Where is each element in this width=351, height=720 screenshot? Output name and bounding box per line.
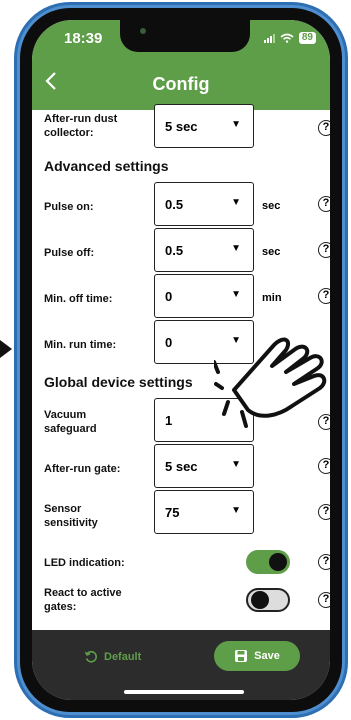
pulse-off-label: Pulse off: [44, 247, 95, 259]
vacuum-label: Vacuum safeguard [44, 409, 97, 435]
chevron-down-icon: ▼ [231, 459, 241, 470]
help-icon[interactable]: ? [318, 592, 330, 608]
toggle-knob [269, 553, 287, 571]
dropdown-value: 0 [165, 335, 173, 350]
wifi-icon [280, 33, 294, 43]
chevron-down-icon: ▼ [231, 243, 241, 254]
min-off-label: Min. off time: [44, 293, 113, 305]
dropdown-value: 0 [165, 289, 173, 304]
help-icon[interactable]: ? [318, 504, 330, 520]
reset-icon [84, 650, 97, 663]
help-icon[interactable]: ? [318, 288, 330, 304]
after-run-gate-dropdown[interactable]: 5 sec ▼ [154, 444, 254, 488]
pointing-hand-icon [214, 337, 327, 428]
save-label: Save [254, 650, 280, 662]
page-title: Config [152, 74, 210, 94]
help-icon[interactable]: ? [318, 242, 330, 258]
default-label: Default [104, 651, 142, 663]
sensor-label: Sensor sensitivity [44, 503, 98, 529]
dropdown-value: 75 [165, 505, 180, 520]
status-bar: 18:39 89 [32, 20, 330, 62]
sensor-dropdown[interactable]: 75 ▼ [154, 490, 254, 534]
react-label: React to active gates: [44, 587, 122, 613]
save-icon [235, 650, 248, 662]
help-icon[interactable]: ? [318, 120, 330, 136]
pulse-off-unit: sec [262, 246, 281, 258]
led-toggle[interactable] [246, 550, 290, 574]
pulse-on-unit: sec [262, 200, 281, 212]
chevron-down-icon: ▼ [231, 289, 241, 300]
pointer-arrow [0, 340, 12, 358]
status-time: 18:39 [64, 30, 103, 47]
dropdown-value: 5 sec [165, 459, 198, 474]
dropdown-value: 5 sec [165, 119, 198, 134]
help-icon[interactable]: ? [318, 458, 330, 474]
after-run-dust-label: After-run dust collector: [44, 113, 118, 139]
toggle-knob [251, 591, 269, 609]
react-toggle[interactable] [246, 588, 290, 612]
section-global-title: Global device settings [44, 374, 193, 390]
pulse-on-dropdown[interactable]: 0.5 ▼ [154, 182, 254, 226]
default-button[interactable]: Default [84, 650, 141, 664]
section-advanced-title: Advanced settings [44, 158, 169, 174]
min-run-label: Min. run time: [44, 339, 117, 351]
save-button[interactable]: Save [214, 641, 300, 671]
chevron-down-icon: ▼ [231, 119, 241, 130]
help-icon[interactable]: ? [318, 196, 330, 212]
battery-icon: 89 [298, 32, 316, 44]
help-icon[interactable]: ? [318, 554, 330, 570]
nav-bar: Config [32, 62, 330, 110]
pulse-on-label: Pulse on: [44, 201, 94, 213]
led-label: LED indication: [44, 557, 125, 569]
input-value: 1 [165, 413, 173, 428]
chevron-down-icon: ▼ [231, 505, 241, 516]
chevron-down-icon: ▼ [231, 197, 241, 208]
camera-icon [140, 28, 146, 34]
notch [120, 20, 250, 52]
signal-icon [263, 33, 275, 43]
pulse-off-dropdown[interactable]: 0.5 ▼ [154, 228, 254, 272]
bottom-bar: Default Save [32, 630, 330, 700]
dropdown-value: 0.5 [165, 197, 184, 212]
after-run-gate-label: After-run gate: [44, 463, 121, 475]
dropdown-value: 0.5 [165, 243, 184, 258]
after-run-dust-dropdown[interactable]: 5 sec ▼ [154, 104, 254, 148]
min-off-unit: min [262, 292, 282, 304]
status-icons: 89 [263, 32, 316, 44]
home-indicator [124, 690, 244, 694]
